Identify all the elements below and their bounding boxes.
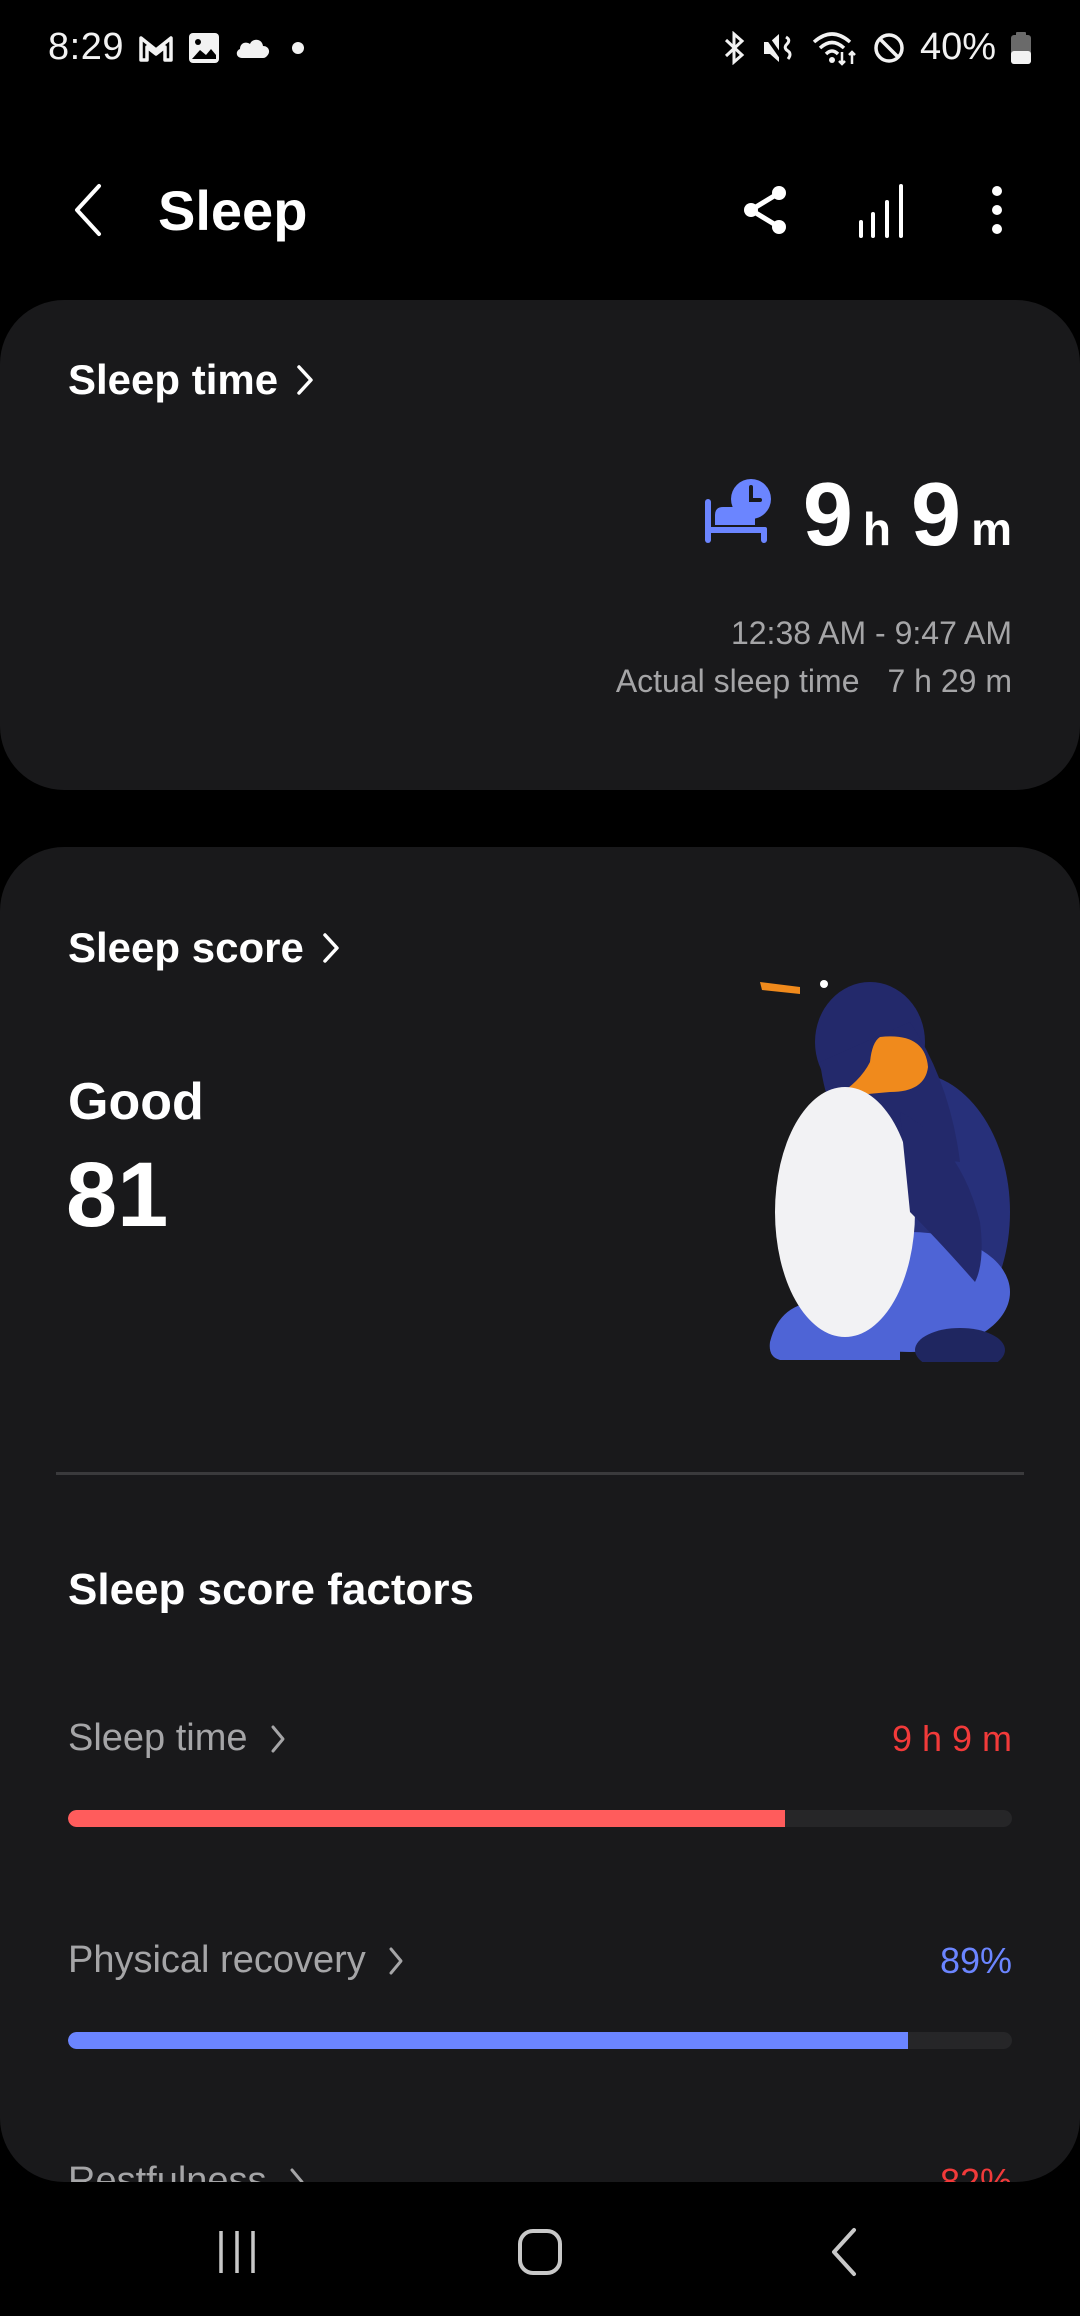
sleep-score-header[interactable]: Sleep score (68, 924, 340, 972)
factor-value: 9 h 9 m (891, 1717, 1012, 1759)
chevron-right-icon (271, 1725, 285, 1752)
chevron-left-icon (75, 184, 101, 236)
navigation-bar (0, 2182, 1080, 2316)
divider (56, 1472, 1024, 1475)
home-icon (518, 2229, 562, 2275)
factor-label-link[interactable]: Physical recovery (68, 1939, 404, 1982)
duration-minutes-unit: m (971, 503, 1012, 555)
factor-label-link[interactable]: Restfulness (68, 2160, 305, 2182)
sleep-score-card: Sleep score Good 81 Sleep score factors … (0, 847, 1080, 2182)
more-vertical-icon (992, 186, 1002, 234)
chevron-right-icon (290, 2168, 304, 2182)
wifi-icon (812, 30, 858, 66)
sleep-score-factors-title: Sleep score factors (68, 1565, 474, 1614)
page-title: Sleep (158, 179, 308, 242)
sleep-score-value: 81 (66, 1144, 169, 1246)
factor-restfulness: Restfulness 82% (68, 2160, 1012, 2182)
status-bar: 8:29 40% (0, 0, 1080, 95)
gmail-icon (138, 33, 174, 63)
bed-clock-icon (703, 477, 775, 550)
recent-apps-icon (219, 2231, 255, 2273)
cloud-icon (234, 36, 272, 60)
sleep-score-title: Sleep score (68, 924, 304, 971)
factor-progress-bar (68, 2032, 1012, 2049)
more-options-button[interactable] (954, 174, 1040, 246)
home-button[interactable] (480, 2212, 600, 2292)
penguin-illustration (760, 962, 1020, 1372)
duration-hours: 9 (802, 465, 853, 565)
factor-sleep-time: Sleep time 9 h 9 m (68, 1717, 1012, 1827)
notification-dot-icon (286, 36, 310, 60)
gallery-icon (188, 32, 220, 64)
sleep-time-range: 12:38 AM - 9:47 AM (730, 615, 1012, 651)
factor-value: 82% (939, 2160, 1012, 2183)
sleep-time-header[interactable]: Sleep time (68, 356, 314, 404)
chevron-right-icon (322, 932, 340, 964)
share-button[interactable] (722, 174, 808, 246)
factor-value: 89% (939, 1939, 1012, 1981)
chevron-right-icon (296, 364, 314, 396)
sleep-duration: 9 h 9 m (703, 470, 1012, 560)
actual-sleep-time: Actual sleep time 7 h 29 m (616, 663, 1012, 700)
recent-apps-button[interactable] (177, 2212, 297, 2292)
factor-label: Physical recovery (68, 1939, 366, 1981)
status-time: 8:29 (48, 26, 124, 68)
chevron-right-icon (389, 1947, 403, 1974)
factor-progress-fill (68, 2032, 909, 2049)
actual-sleep-value: 7 h 29 m (887, 663, 1012, 699)
factor-physical-recovery: Physical recovery 89% (68, 1939, 1012, 2049)
actual-sleep-label: Actual sleep time (615, 663, 860, 699)
back-icon (832, 2228, 856, 2276)
factor-label-link[interactable]: Sleep time (68, 1717, 286, 1760)
system-back-button[interactable] (783, 2212, 903, 2292)
bluetooth-icon (720, 30, 748, 65)
do-not-disturb-icon (872, 31, 906, 65)
trends-button[interactable] (838, 174, 924, 246)
sleep-score-rating: Good (68, 1073, 204, 1131)
factor-progress-bar (68, 1810, 1012, 1827)
factor-progress-fill (68, 1810, 786, 1827)
battery-percent: 40% (919, 26, 996, 68)
app-bar: Sleep (0, 160, 1080, 260)
sleep-time-card[interactable]: Sleep time 9 h 9 m 12:38 AM - 9:47 AM Ac… (0, 300, 1080, 790)
factor-label: Restfulness (68, 2160, 267, 2182)
duration-hours-unit: h (862, 503, 892, 555)
back-button[interactable] (60, 182, 116, 238)
share-icon (744, 186, 786, 234)
factor-label: Sleep time (68, 1717, 248, 1759)
mute-vibrate-icon (762, 31, 798, 65)
battery-icon (1010, 31, 1032, 65)
bar-chart-icon (859, 184, 903, 238)
duration-minutes: 9 (911, 465, 962, 565)
sleep-time-title: Sleep time (68, 356, 279, 403)
